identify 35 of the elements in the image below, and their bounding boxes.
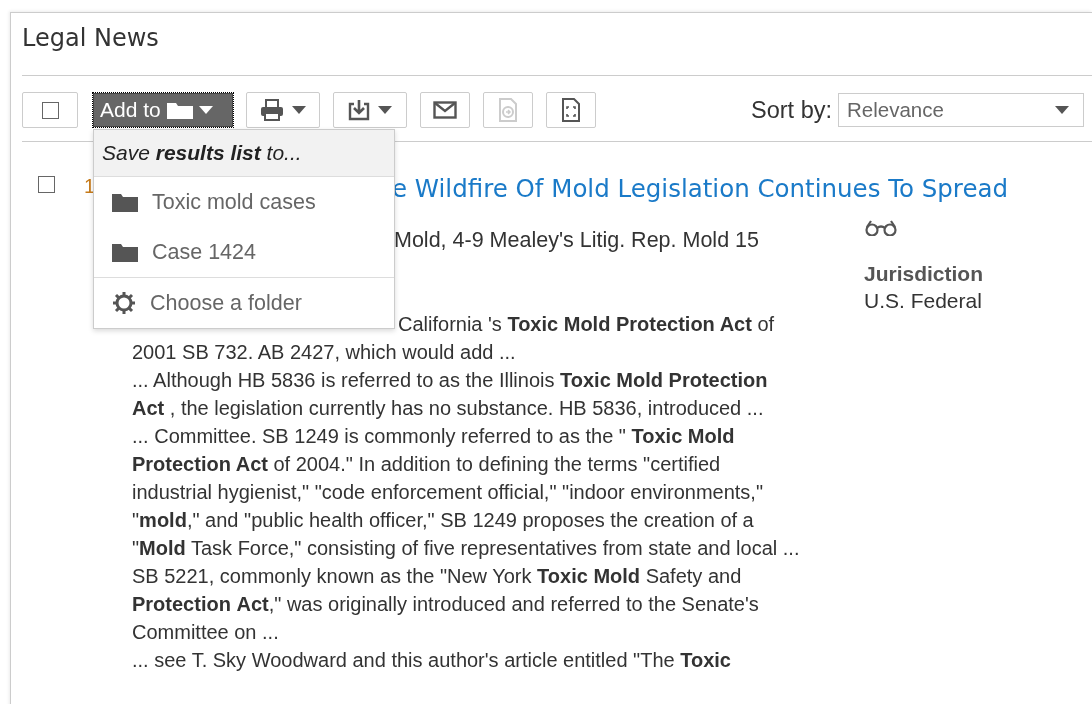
- gear-icon: [112, 291, 136, 315]
- printer-icon: [260, 99, 284, 121]
- citation: Mold, 4-9 Mealey's Litig. Rep. Mold 15: [394, 228, 759, 253]
- sort-dropdown[interactable]: Relevance: [838, 93, 1084, 127]
- folder-icon: [112, 242, 138, 262]
- print-button[interactable]: [246, 92, 320, 128]
- caret-icon: [198, 106, 213, 114]
- caret-icon: [1055, 106, 1069, 114]
- page-title: Legal News: [22, 13, 1092, 76]
- menu-item[interactable]: Toxic mold cases: [94, 177, 394, 227]
- folder-icon: [112, 192, 138, 212]
- result-number: 1: [84, 174, 97, 198]
- full-doc-button[interactable]: [546, 92, 596, 128]
- sort-label: Sort by:: [751, 96, 832, 124]
- add-to-button[interactable]: Add to: [93, 93, 233, 127]
- email-button[interactable]: [420, 92, 470, 128]
- download-icon: [348, 99, 370, 121]
- download-button[interactable]: [333, 92, 407, 128]
- caret-icon: [378, 106, 392, 114]
- caret-icon: [292, 106, 306, 114]
- envelope-icon: [433, 101, 457, 119]
- document-expand-icon: [561, 98, 581, 122]
- snippet: SB 5221, commonly known as the "New York Toxic Mold Safety and Protection Act," was originally introduced and referred to the Senate's Committee on ...: [132, 564, 760, 645]
- document-arrow-icon: [498, 98, 518, 122]
- select-all-checkbox[interactable]: [22, 92, 78, 128]
- glasses-icon[interactable]: [864, 220, 898, 236]
- jurisdiction-value: U.S. Federal: [864, 289, 983, 313]
- snippet: ... see T. Sky Woodward and this author's article entitled "The Toxic: [132, 648, 732, 673]
- snippet: ... Committee. SB 1249 is commonly referred to as the " Toxic Mold Protection Act of 2004." In addition to defining the terms "certified industrial hygienist," "code enforcement official," "indoor environments," "mold," and "public health officer," SB 1249 proposes the creation of a "Mold Task Force," consisting of five representatives from state and local ...: [132, 424, 801, 561]
- snippet: ... Although HB 5836 is referred to as the Illinois Toxic Mold Protection Act , the legislation currently has no substance. HB 5836, introduced ...: [132, 368, 769, 421]
- result-checkbox[interactable]: [38, 176, 55, 193]
- folder-icon: [165, 100, 194, 120]
- menu-item[interactable]: Case 1424: [94, 227, 394, 277]
- jurisdiction-label: Jurisdiction: [864, 262, 984, 286]
- menu-header: Save results list to...: [94, 130, 394, 177]
